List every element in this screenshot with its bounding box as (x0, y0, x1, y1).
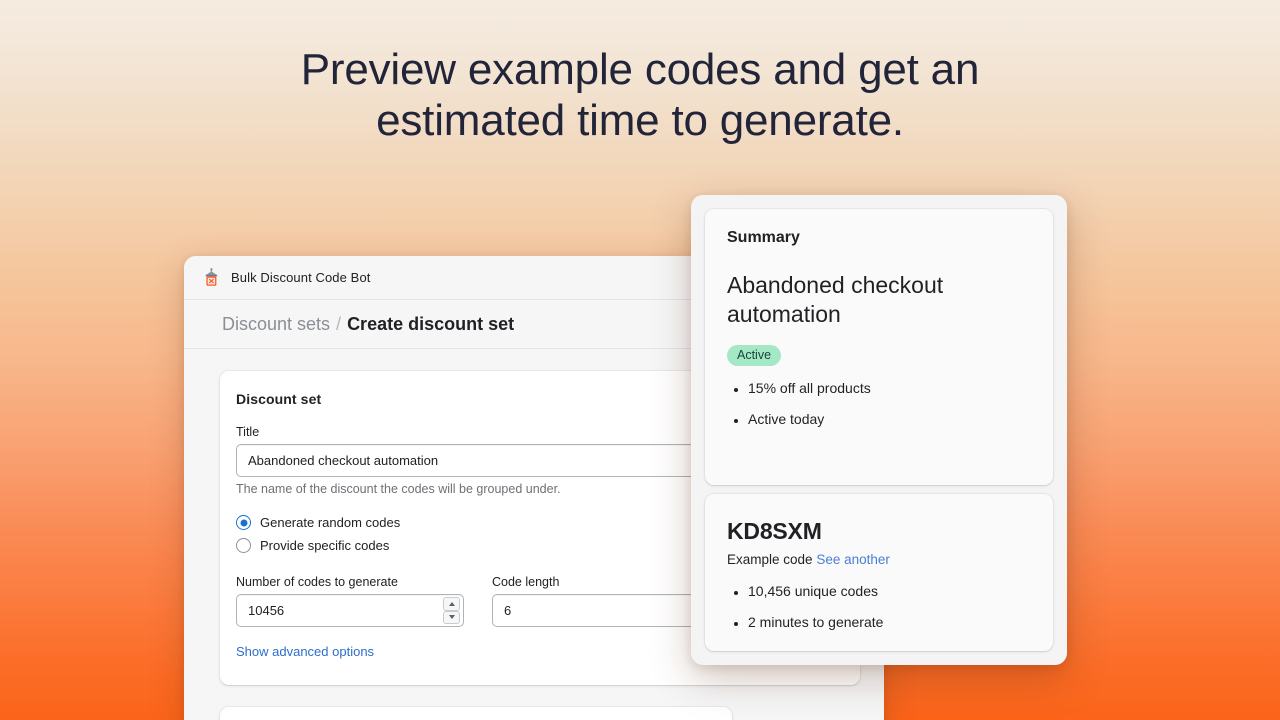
number-of-codes-input[interactable]: 10456 (236, 594, 464, 627)
code-length-label: Code length (492, 575, 560, 589)
decrement-arrow-icon[interactable] (443, 610, 460, 624)
radio-generate-random-codes-label: Generate random codes (260, 515, 401, 530)
number-of-codes-label: Number of codes to generate (236, 575, 398, 589)
bot-icon (202, 268, 221, 287)
example-code-caption: Example code See another (727, 552, 1031, 567)
code-length-value: 6 (504, 603, 512, 618)
title-input-value: Abandoned checkout automation (248, 453, 439, 468)
summary-details-list: 15% off all products Active today (727, 378, 1031, 429)
app-name: Bulk Discount Code Bot (231, 270, 371, 285)
summary-set-name: Abandoned checkout automation (727, 272, 944, 327)
number-of-codes-field: Number of codes to generate 10456 (236, 575, 464, 627)
page-headline: Preview example codes and get an estimat… (300, 45, 980, 145)
status-badge: Active (727, 345, 782, 366)
quantity-stepper[interactable] (443, 597, 460, 624)
radio-provide-specific-codes-label: Provide specific codes (260, 538, 390, 553)
summary-panel: Summary Abandoned checkout automation Ac… (691, 195, 1067, 665)
breadcrumb-separator: / (336, 313, 342, 334)
radio-unselected-icon (236, 538, 251, 553)
promo-screenshot: Preview example codes and get an estimat… (0, 0, 1280, 720)
list-item: 10,456 unique codes (748, 581, 1031, 601)
show-advanced-options-link[interactable]: Show advanced options (236, 644, 374, 659)
example-code-caption-text: Example code (727, 552, 813, 567)
number-of-codes-value: 10456 (248, 603, 285, 618)
code-length-input[interactable]: 6 (492, 594, 720, 627)
breadcrumb-parent-link[interactable]: Discount sets (222, 314, 330, 335)
summary-overview-card: Summary Abandoned checkout automation Ac… (705, 209, 1053, 485)
code-length-field: Code length 6 (492, 575, 720, 627)
list-item: 15% off all products (748, 378, 1031, 398)
see-another-link[interactable]: See another (816, 552, 890, 567)
types-card: Types (220, 707, 732, 720)
increment-arrow-icon[interactable] (443, 597, 460, 611)
example-code-value: KD8SXM (727, 518, 822, 544)
radio-selected-icon (236, 515, 251, 530)
list-item: Active today (748, 409, 1031, 429)
list-item: 2 minutes to generate (748, 612, 1031, 632)
summary-heading: Summary (727, 229, 800, 246)
breadcrumb-current: Create discount set (347, 313, 515, 334)
summary-stats-list: 10,456 unique codes 2 minutes to generat… (727, 581, 1031, 632)
summary-example-card: KD8SXM Example code See another 10,456 u… (705, 494, 1053, 651)
